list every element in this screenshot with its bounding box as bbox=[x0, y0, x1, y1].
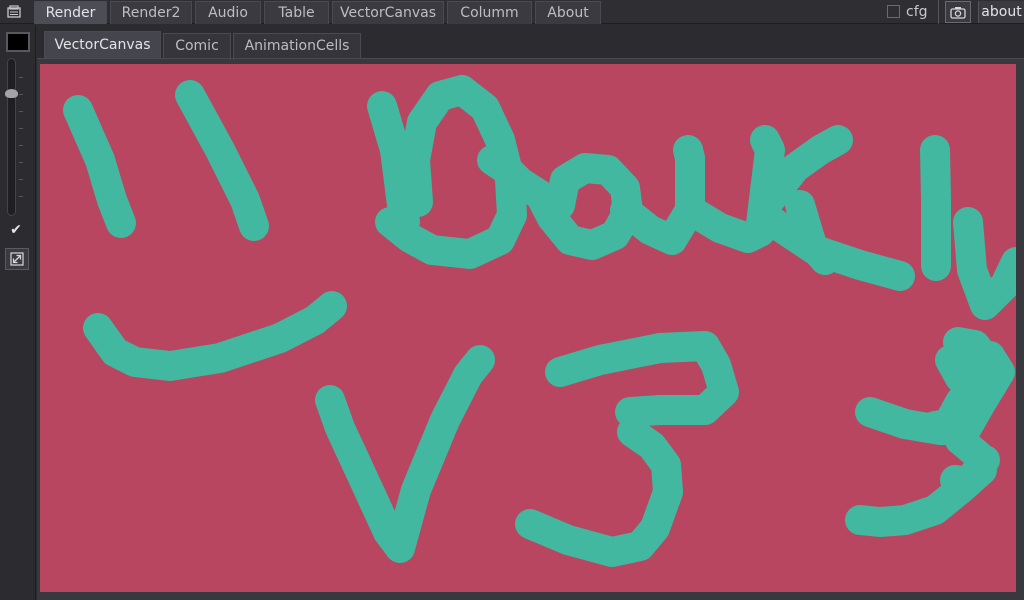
app-menu-icon[interactable] bbox=[0, 0, 28, 24]
screenshot-button[interactable] bbox=[945, 1, 971, 23]
menu-bar: Render Render2 Audio Table VectorCanvas … bbox=[0, 0, 1024, 24]
subtab-animationcells[interactable]: AnimationCells bbox=[233, 33, 361, 58]
drawing-canvas[interactable] bbox=[40, 64, 1016, 592]
vector-strokes bbox=[63, 75, 1016, 567]
stroke bbox=[940, 445, 1000, 497]
brush-size-slider[interactable] bbox=[7, 58, 16, 216]
tab-audio[interactable]: Audio bbox=[195, 1, 261, 24]
tab-vectorcanvas[interactable]: VectorCanvas bbox=[332, 1, 444, 24]
expand-button[interactable] bbox=[5, 248, 29, 270]
cfg-label: cfg bbox=[906, 4, 928, 20]
stroke bbox=[515, 417, 683, 567]
slider-tick bbox=[19, 145, 23, 146]
slider-thumb[interactable] bbox=[5, 89, 18, 98]
camera-icon bbox=[950, 6, 966, 19]
subtab-comic[interactable]: Comic bbox=[163, 33, 231, 58]
cfg-checkbox[interactable] bbox=[887, 5, 900, 18]
tab-table[interactable]: Table bbox=[264, 1, 329, 24]
tab-render[interactable]: Render bbox=[34, 1, 107, 24]
color-swatch[interactable] bbox=[6, 32, 30, 52]
slider-tick bbox=[19, 77, 23, 78]
stroke bbox=[63, 95, 136, 238]
subtab-vectorcanvas[interactable]: VectorCanvas bbox=[44, 31, 161, 58]
slider-tick bbox=[19, 196, 23, 197]
slider-tick bbox=[19, 94, 23, 95]
left-toolbar: ✔ bbox=[0, 25, 36, 600]
slider-tick bbox=[19, 179, 23, 180]
tab-columm[interactable]: Columm bbox=[447, 1, 532, 24]
stroke bbox=[953, 207, 1016, 320]
stroke bbox=[83, 291, 347, 381]
stroke bbox=[920, 135, 951, 281]
tab-about[interactable]: About bbox=[535, 1, 601, 24]
stroke bbox=[785, 190, 840, 275]
stroke bbox=[545, 331, 739, 427]
slider-tick bbox=[19, 111, 23, 112]
menu-separator bbox=[938, 0, 939, 24]
about-button[interactable]: about bbox=[978, 1, 1024, 23]
stroke bbox=[175, 80, 269, 241]
expand-icon bbox=[10, 252, 24, 266]
stroke bbox=[315, 345, 495, 563]
tab-render2[interactable]: Render2 bbox=[110, 1, 192, 24]
toggle-checkbox[interactable]: ✔ bbox=[8, 222, 24, 238]
slider-tick bbox=[19, 162, 23, 163]
slider-tick bbox=[19, 128, 23, 129]
app-menu-glyph bbox=[7, 5, 21, 18]
subtab-bar: VectorCanvas Comic AnimationCells bbox=[37, 25, 1024, 58]
